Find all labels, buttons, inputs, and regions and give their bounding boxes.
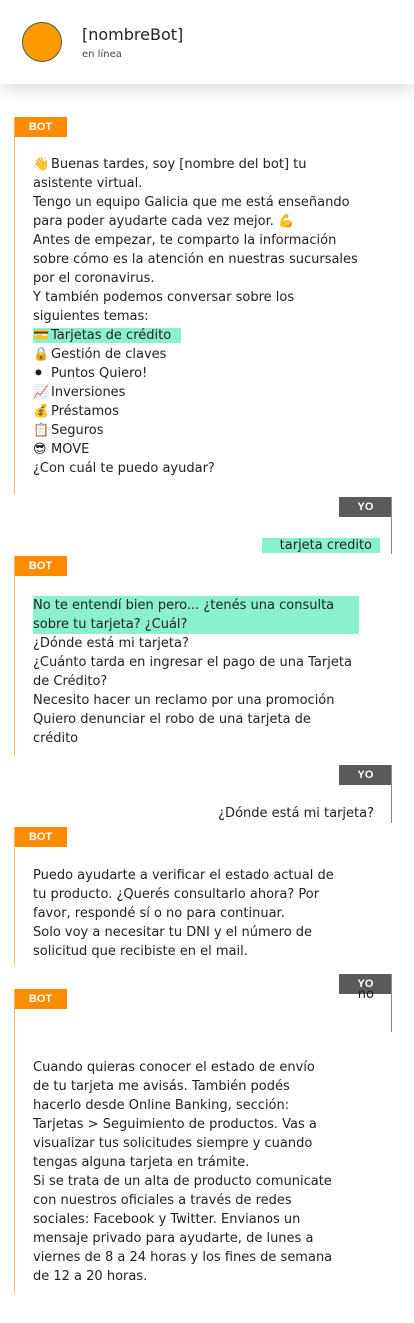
message-text: viernes de 8 a 24 horas y los fines de s… (33, 1250, 333, 1265)
lock-icon: 🔒 (33, 347, 50, 362)
message-text: crédito (33, 731, 79, 746)
bot-label: BOT (14, 117, 67, 137)
message-text: de Crédito? (33, 674, 108, 689)
message-text: sobre tu tarjeta? ¿Cuál? (33, 617, 188, 632)
quick-reply-option[interactable]: ¿Dónde está mi tarjeta? (33, 634, 343, 653)
user-message-border (391, 765, 392, 823)
bot-message-border (14, 556, 15, 756)
topic-option-seguros[interactable]: 📋 Seguros (33, 421, 343, 440)
money-bag-icon: 💰 (33, 404, 50, 419)
message-text: Si se trata de un alta de producto comun… (33, 1174, 332, 1189)
user-label: YO (339, 497, 392, 517)
topic-option-tarjetas[interactable]: 💳 Tarjetas de crédito (33, 328, 182, 343)
message-text: Tarjetas > Seguimiento de productos. Vas… (33, 1117, 317, 1132)
user-message-2: ¿Dónde está mi tarjeta? (218, 806, 374, 821)
bot-label: BOT (14, 556, 67, 576)
message-text: hacerlo desde Online Banking, sección: (33, 1098, 290, 1113)
flexed-biceps-icon: 💪 (278, 214, 295, 229)
bot-message-2: No te entendí bien pero... ¿tenés una co… (33, 596, 359, 748)
bot-label: BOT (14, 989, 67, 1009)
message-text: solicitud que recibiste en el mail. (33, 944, 248, 959)
message-text: tarjeta credito (261, 538, 380, 553)
bot-message-border (14, 827, 15, 965)
user-label: YO (339, 765, 392, 785)
message-text: de 12 a 20 horas. (33, 1269, 148, 1284)
waving-hand-icon: 👋 (33, 157, 50, 172)
message-text: Puedo ayudarte a verificar el estado act… (33, 868, 334, 883)
credit-card-icon: 💳 (33, 328, 50, 343)
message-text: sociales: Facebook y Twitter. Envianos u… (33, 1212, 301, 1227)
topic-option-move[interactable]: 😎 MOVE (33, 440, 343, 459)
bot-message-4: Cuando quieras conocer el estado de enví… (33, 1058, 343, 1286)
user-message-1: tarjeta credito (261, 536, 380, 555)
message-text: con nuestros oficiales a través de redes (33, 1193, 292, 1208)
message-text: siguientes temas: (33, 309, 149, 324)
message-text: tu producto. ¿Querés consultarlo ahora? … (33, 887, 320, 902)
message-text: favor, respondé sí o no para continuar. (33, 906, 285, 921)
message-text: visualizar tus solicitudes siempre y cua… (33, 1136, 313, 1151)
message-text: Antes de empezar, te comparto la informa… (33, 233, 337, 248)
bot-message-3: Puedo ayudarte a verificar el estado act… (33, 866, 343, 961)
message-text: Tengo un equipo Galicia que me está ense… (33, 195, 350, 210)
bot-message-1: 👋 Buenas tardes, soy [nombre del bot] tu … (33, 155, 358, 478)
bot-message-border (14, 989, 15, 1293)
topic-option-puntos[interactable]: ⚫ Puntos Quiero! (33, 364, 343, 383)
bot-name: [nombreBot] (82, 25, 184, 44)
message-text: de tu tarjeta me avisás. También podés (33, 1079, 290, 1094)
message-text: para poder ayudarte cada vez mejor. (33, 214, 274, 229)
message-text: Buenas tardes, soy [nombre del bot] tu (51, 157, 307, 172)
message-text: ¿Con cuál te puedo ayudar? (33, 461, 215, 476)
chart-increasing-icon: 📈 (33, 385, 50, 400)
sunglasses-face-icon: 😎 (33, 442, 47, 457)
message-text: sobre cómo es la atención en nuestras su… (33, 252, 358, 267)
topic-option-prestamos[interactable]: 💰 Préstamos (33, 402, 343, 421)
message-text: por el coronavirus. (33, 271, 155, 286)
quick-reply-option[interactable]: Quiero denunciar el robo de una tarjeta … (33, 710, 343, 729)
topic-option-claves[interactable]: 🔒 Gestión de claves (33, 345, 343, 364)
chat-header: [nombreBot] en línea (0, 0, 414, 84)
clipboard-icon: 📋 (33, 423, 50, 438)
topic-option-inversiones[interactable]: 📈 Inversiones (33, 383, 343, 402)
black-circle-icon: ⚫ (33, 366, 44, 381)
bot-avatar (22, 22, 62, 62)
quick-reply-option[interactable]: ¿Cuánto tarda en ingresar el pago de una… (33, 653, 352, 672)
user-message-border (391, 497, 392, 554)
message-highlight: No te entendí bien pero... ¿tenés una co… (33, 596, 359, 634)
message-text: Y también podemos conversar sobre los (33, 290, 295, 305)
bot-status: en línea (82, 49, 122, 60)
user-message-border (391, 974, 392, 1032)
message-text: mensaje privado para ayudarte, de lunes … (33, 1231, 314, 1246)
message-text: tengas alguna tarjeta en trámite. (33, 1155, 250, 1170)
message-text: asistente virtual. (33, 176, 143, 191)
message-text: Solo voy a necesitar tu DNI y el número … (33, 925, 313, 940)
quick-reply-option[interactable]: Necesito hacer un reclamo por una promoc… (33, 691, 343, 710)
bot-message-border (14, 117, 15, 494)
bot-label: BOT (14, 827, 67, 847)
message-text: No te entendí bien pero... ¿tenés una co… (33, 598, 335, 613)
user-message-3: no (357, 987, 374, 1002)
message-text: Cuando quieras conocer el estado de enví… (33, 1060, 315, 1075)
